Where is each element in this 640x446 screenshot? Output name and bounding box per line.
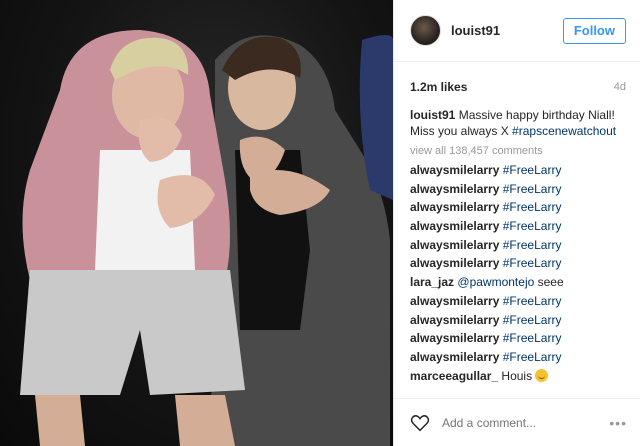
more-options-icon[interactable]: ••• [609,415,627,431]
comment-item: alwaysmilelarry #FreeLarry [410,254,626,273]
caption-username[interactable]: louist91 [410,108,455,122]
comment-hashtag[interactable]: #FreeLarry [503,163,562,177]
comment-item: alwaysmilelarry #FreeLarry [410,329,626,348]
comment-item: marceeagullar_ Houis [410,367,626,386]
comment-hashtag[interactable]: #FreeLarry [503,313,562,327]
post-age[interactable]: 4d [614,81,626,93]
comment-item: alwaysmilelarry #FreeLarry [410,348,626,367]
comment-hashtag[interactable]: #FreeLarry [503,350,562,364]
comment-username[interactable]: alwaysmilelarry [410,313,499,327]
comment-username[interactable]: alwaysmilelarry [410,294,499,308]
comment-item: alwaysmilelarry #FreeLarry [410,161,626,180]
comment-username[interactable]: alwaysmilelarry [410,350,499,364]
avatar[interactable] [410,15,441,46]
instagram-post-modal: louist91 Follow 1.2m likes 4d louist91 M… [0,0,640,446]
comment-username[interactable]: alwaysmilelarry [410,219,499,233]
comment-item: alwaysmilelarry #FreeLarry [410,311,626,330]
comment-list: alwaysmilelarry #FreeLarry alwaysmilelar… [394,161,640,385]
comment-item: alwaysmilelarry #FreeLarry [410,217,626,236]
comment-username[interactable]: alwaysmilelarry [410,238,499,252]
comment-mention[interactable]: @pawmontejo [457,275,534,289]
comment-hashtag[interactable]: #FreeLarry [503,200,562,214]
comment-username[interactable]: lara_jaz [410,275,454,289]
comment-item: alwaysmilelarry #FreeLarry [410,236,626,255]
comment-hashtag[interactable]: #FreeLarry [503,331,562,345]
comment-bar: ••• [394,398,640,446]
comment-item: lara_jaz @pawmontejo seee [410,273,626,292]
comment-hashtag[interactable]: #FreeLarry [503,238,562,252]
caption-hashtag[interactable]: #rapscenewatchout [512,124,616,138]
comment-username[interactable]: alwaysmilelarry [410,182,499,196]
comment-hashtag[interactable]: #FreeLarry [503,219,562,233]
heart-icon[interactable] [410,414,430,432]
comment-username[interactable]: marceeagullar_ [410,369,498,383]
comment-item: alwaysmilelarry #FreeLarry [410,198,626,217]
comment-item: alwaysmilelarry #FreeLarry [410,180,626,199]
post-meta: 1.2m likes 4d [394,70,640,104]
comment-text: seee [537,275,564,290]
post-header: louist91 Follow [394,0,640,62]
comment-username[interactable]: alwaysmilelarry [410,200,499,214]
post-side-panel: louist91 Follow 1.2m likes 4d louist91 M… [393,0,640,446]
comment-hashtag[interactable]: #FreeLarry [503,294,562,308]
comment-username[interactable]: alwaysmilelarry [410,163,499,177]
smiley-emoji-icon [535,368,549,382]
comment-text: Houis [501,368,533,383]
comment-username[interactable]: alwaysmilelarry [410,256,499,270]
likes-count[interactable]: 1.2m likes [410,80,467,94]
follow-button[interactable]: Follow [562,17,626,44]
view-all-comments-link[interactable]: view all 138,457 comments [394,139,640,161]
photo-illustration [20,30,393,446]
comment-hashtag[interactable]: #FreeLarry [503,256,562,270]
post-photo[interactable] [0,0,393,446]
post-username[interactable]: louist91 [451,23,563,38]
post-caption: louist91 Massive happy birthday Niall! M… [394,104,640,139]
comment-item: alwaysmilelarry #FreeLarry [410,292,626,311]
comment-hashtag[interactable]: #FreeLarry [503,182,562,196]
comment-username[interactable]: alwaysmilelarry [410,331,499,345]
add-comment-input[interactable] [442,415,610,430]
